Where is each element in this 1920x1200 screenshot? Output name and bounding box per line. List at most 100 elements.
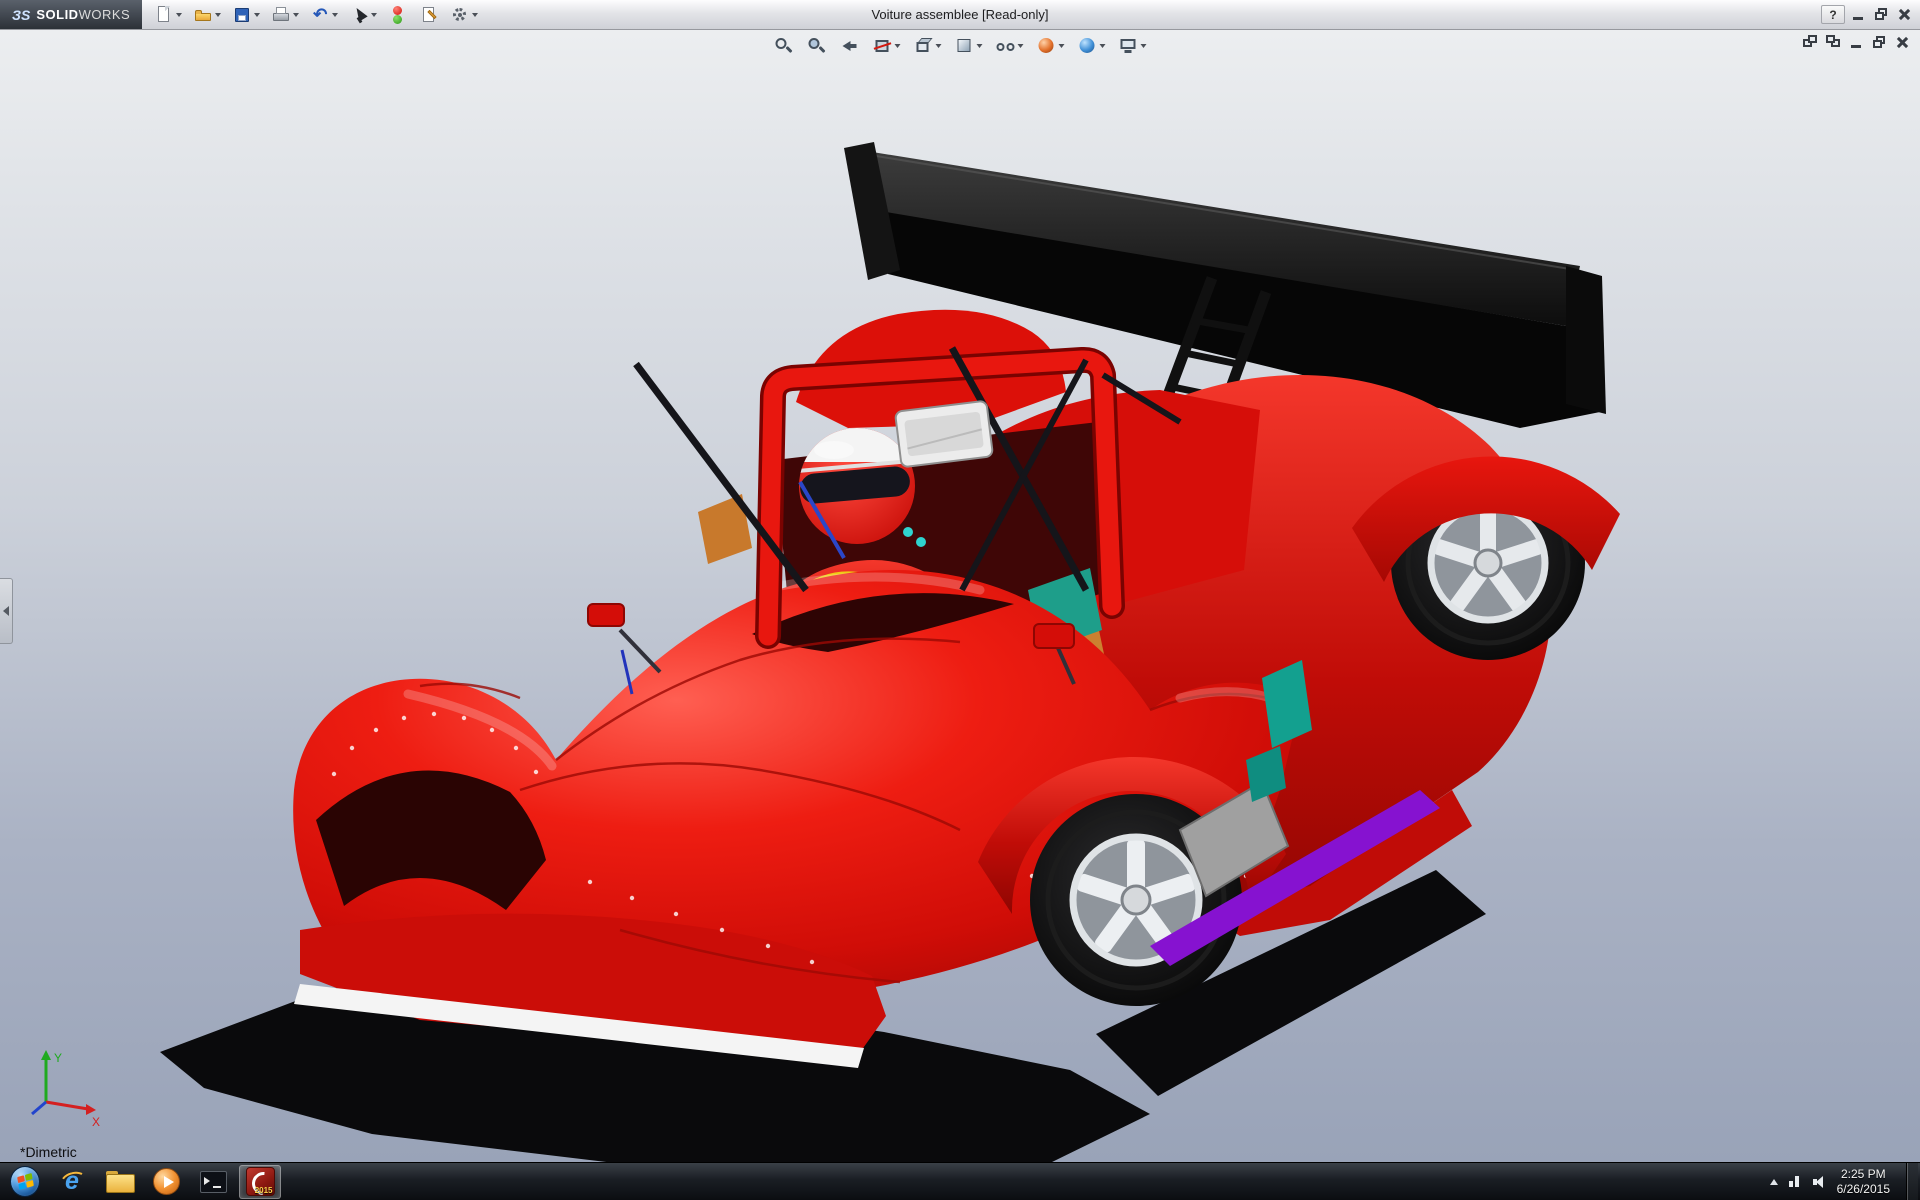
zoom-to-fit-button[interactable] xyxy=(771,33,797,59)
solidworks-logo: ЗS SOLIDWORKS xyxy=(0,0,142,29)
open-folder-icon xyxy=(193,5,213,25)
section-view-button[interactable] xyxy=(870,33,904,59)
rebuild-button[interactable] xyxy=(384,2,412,28)
restore-document-button[interactable] xyxy=(1870,34,1889,51)
dropdown-caret-icon xyxy=(332,13,338,17)
next-window-button[interactable] xyxy=(1824,34,1843,51)
glasses-icon xyxy=(996,36,1016,56)
orientation-triad: Y X xyxy=(32,1050,100,1129)
hide-show-items-button[interactable] xyxy=(993,33,1027,59)
display-style-button[interactable] xyxy=(952,33,986,59)
dropdown-caret-icon xyxy=(936,44,942,48)
media-player-icon xyxy=(153,1168,180,1195)
select-cursor-icon xyxy=(349,5,369,25)
view-settings-icon xyxy=(1119,36,1139,56)
internet-explorer-icon: e xyxy=(59,1168,86,1195)
model-scene[interactable]: Y X xyxy=(0,30,1920,1162)
document-window-controls xyxy=(1801,34,1912,51)
close-document-button[interactable] xyxy=(1893,34,1912,51)
new-document-button[interactable] xyxy=(150,2,186,28)
triad-y-label: Y xyxy=(54,1051,62,1065)
dropdown-caret-icon xyxy=(895,44,901,48)
solidworks-version-badge: 2015 xyxy=(255,1186,273,1195)
windscreen[interactable] xyxy=(895,401,993,468)
dropdown-caret-icon xyxy=(215,13,221,17)
dropdown-caret-icon xyxy=(254,13,260,17)
printer-icon xyxy=(271,5,291,25)
graphics-viewport[interactable]: Y X *Dimetric xyxy=(0,30,1920,1162)
view-orientation-button[interactable] xyxy=(911,33,945,59)
window-controls: ? xyxy=(1821,5,1920,24)
dropdown-caret-icon xyxy=(1059,44,1065,48)
options-gear-icon xyxy=(450,5,470,25)
scene-globe-icon xyxy=(1078,36,1098,56)
open-document-button[interactable] xyxy=(189,2,225,28)
taskbar-item-internet-explorer[interactable]: e xyxy=(51,1165,93,1199)
brand-works: WORKS xyxy=(79,7,131,22)
window-title: Voiture assemblee [Read-only] xyxy=(871,7,1048,22)
view-cube-icon xyxy=(914,36,934,56)
start-button[interactable] xyxy=(4,1165,46,1199)
maximize-window-button[interactable] xyxy=(1872,6,1891,23)
print-button[interactable] xyxy=(267,2,303,28)
clock-date: 6/26/2015 xyxy=(1837,1182,1890,1197)
titlebar: ЗS SOLIDWORKS ↶ Voiture assemblee [Read-… xyxy=(0,0,1920,30)
section-view-icon xyxy=(873,36,893,56)
show-desktop-button[interactable] xyxy=(1906,1163,1918,1200)
hidden-icons-chevron-icon[interactable] xyxy=(1770,1179,1778,1185)
select-button[interactable] xyxy=(345,2,381,28)
command-prompt-icon xyxy=(200,1171,227,1193)
zoom-to-area-icon xyxy=(807,36,827,56)
heads-up-view-toolbar xyxy=(771,33,1150,59)
taskbar-item-command-prompt[interactable] xyxy=(192,1165,234,1199)
view-orientation-label: *Dimetric xyxy=(20,1144,77,1160)
previous-view-icon xyxy=(840,36,860,56)
brand-solid: SOLID xyxy=(36,7,78,22)
previous-window-button[interactable] xyxy=(1801,34,1820,51)
undo-arrow-icon: ↶ xyxy=(310,5,330,25)
solidworks-window: ЗS SOLIDWORKS ↶ Voiture assemblee [Read-… xyxy=(0,0,1920,1200)
edit-appearance-button[interactable] xyxy=(1034,33,1068,59)
file-properties-button[interactable] xyxy=(415,2,443,28)
triad-x-label: X xyxy=(92,1115,100,1129)
volume-icon[interactable] xyxy=(1813,1175,1827,1188)
apply-scene-button[interactable] xyxy=(1075,33,1109,59)
dropdown-caret-icon xyxy=(176,13,182,17)
dropdown-caret-icon xyxy=(293,13,299,17)
dropdown-caret-icon xyxy=(1141,44,1147,48)
solidworks-app-icon: 2015 xyxy=(246,1167,275,1196)
close-window-button[interactable] xyxy=(1895,6,1914,23)
appearance-ball-icon xyxy=(1037,36,1057,56)
previous-view-button[interactable] xyxy=(837,33,863,59)
save-floppy-icon xyxy=(232,5,252,25)
clock-time: 2:25 PM xyxy=(1837,1167,1890,1182)
windows-start-orb-icon xyxy=(10,1166,40,1197)
ds-logo-icon: ЗS xyxy=(12,7,30,23)
rebuild-traffic-light-icon xyxy=(388,5,408,25)
help-button[interactable]: ? xyxy=(1821,5,1845,24)
undo-button[interactable]: ↶ xyxy=(306,2,342,28)
taskbar-item-solidworks[interactable]: 2015 xyxy=(239,1165,281,1199)
dropdown-caret-icon xyxy=(1018,44,1024,48)
taskbar-item-media-player[interactable] xyxy=(145,1165,187,1199)
minimize-window-button[interactable] xyxy=(1849,6,1868,23)
display-style-icon xyxy=(955,36,975,56)
system-tray: 2:25 PM 6/26/2015 xyxy=(1770,1163,1920,1200)
feature-manager-collapse-tab[interactable] xyxy=(0,578,13,644)
view-settings-button[interactable] xyxy=(1116,33,1150,59)
network-icon[interactable] xyxy=(1788,1175,1803,1188)
main-toolbar: ↶ xyxy=(150,2,482,28)
dropdown-caret-icon xyxy=(1100,44,1106,48)
taskbar-item-windows-explorer[interactable] xyxy=(98,1165,140,1199)
minimize-document-button[interactable] xyxy=(1847,34,1866,51)
dropdown-caret-icon xyxy=(472,13,478,17)
new-document-icon xyxy=(154,5,174,25)
dropdown-caret-icon xyxy=(371,13,377,17)
taskbar-clock[interactable]: 2:25 PM 6/26/2015 xyxy=(1837,1167,1890,1197)
zoom-to-area-button[interactable] xyxy=(804,33,830,59)
windows-taskbar: e 2015 2:25 PM 6/26/2015 xyxy=(0,1162,1920,1200)
file-properties-icon xyxy=(419,5,439,25)
dropdown-caret-icon xyxy=(977,44,983,48)
options-button[interactable] xyxy=(446,2,482,28)
save-button[interactable] xyxy=(228,2,264,28)
